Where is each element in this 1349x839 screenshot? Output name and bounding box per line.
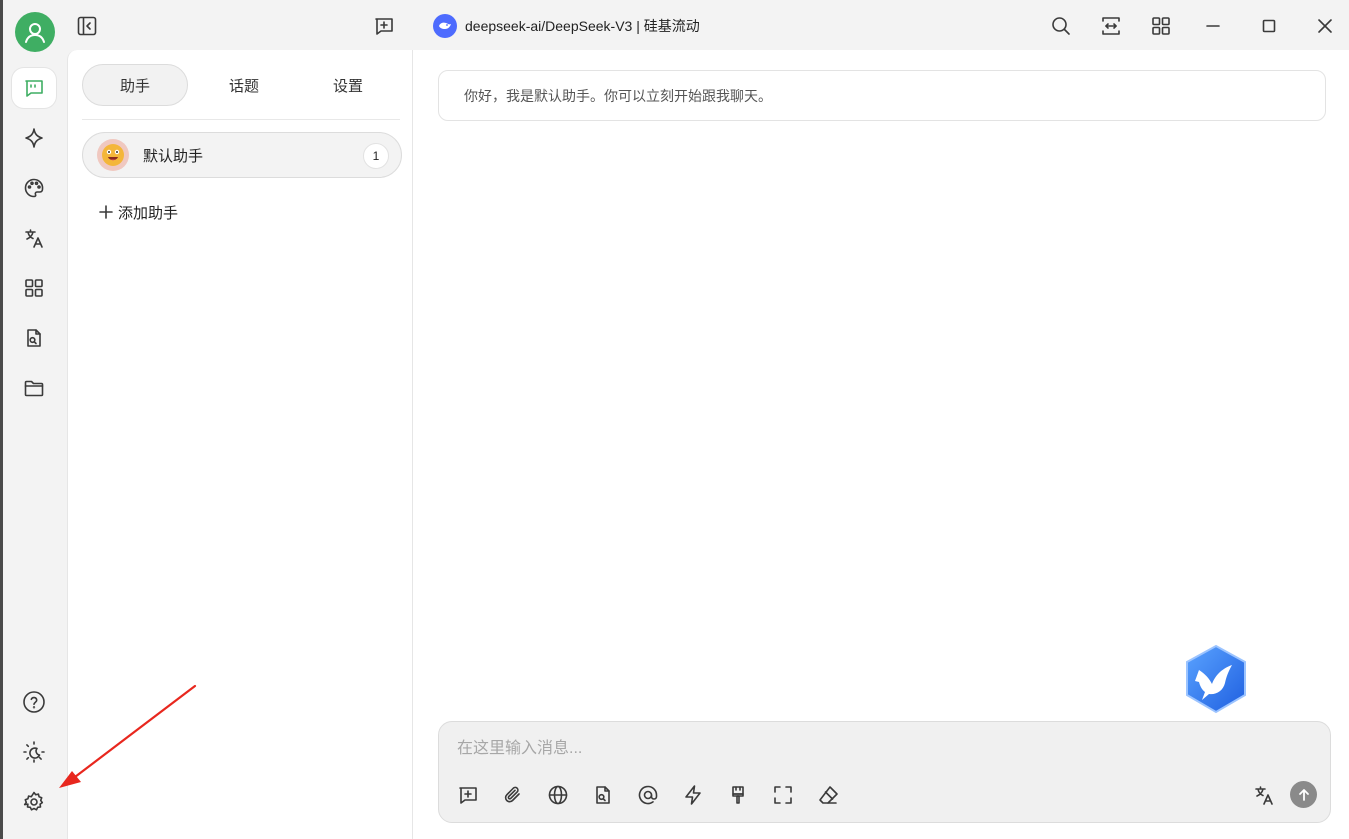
user-icon — [25, 23, 45, 43]
new-topic-button[interactable] — [370, 12, 398, 40]
clear-context-button[interactable] — [723, 780, 753, 810]
assistant-emoji-icon — [97, 139, 129, 171]
clear-messages-button[interactable] — [813, 780, 843, 810]
palette-icon — [24, 178, 44, 198]
new-topic-icon — [459, 787, 477, 804]
apps-button[interactable] — [1147, 12, 1175, 40]
web-search-button[interactable] — [543, 780, 573, 810]
assistant-panel: 助手 话题 设置 默认助手 1 添加助手 — [67, 50, 413, 839]
maximize-icon — [1262, 19, 1276, 33]
globe-icon — [548, 785, 568, 805]
nav-apps-button[interactable] — [12, 268, 56, 308]
window-maximize-button[interactable] — [1255, 12, 1283, 40]
nav-chat-button[interactable] — [12, 68, 56, 108]
expand-icon — [774, 786, 792, 804]
close-icon — [1318, 19, 1332, 33]
tab-topics[interactable]: 话题 — [192, 64, 296, 106]
new-topic-icon — [375, 18, 393, 35]
sidebar-collapse-icon — [77, 16, 97, 36]
minimize-icon — [1206, 25, 1220, 27]
swap-window-icon — [1102, 17, 1120, 35]
theme-icon — [23, 741, 45, 763]
grid-icon — [1152, 17, 1170, 35]
assistant-list-item[interactable]: 默认助手 1 — [82, 132, 402, 178]
help-button[interactable] — [12, 682, 56, 722]
help-icon — [23, 691, 45, 713]
message-input[interactable] — [457, 736, 1157, 762]
file-search-icon — [27, 329, 41, 347]
titlebar: deepseek-ai/DeepSeek-V3 | 硅基流动 — [3, 0, 1349, 52]
search-button[interactable] — [1047, 12, 1075, 40]
topic-count-badge: 1 — [363, 143, 389, 169]
brush-icon — [732, 786, 744, 804]
greeting-message: 你好，我是默认助手。你可以立刻开始跟我聊天。 — [438, 70, 1326, 121]
send-button[interactable] — [1290, 781, 1317, 808]
gear-icon — [23, 791, 44, 811]
nav-translate-button[interactable] — [12, 218, 56, 258]
knowledge-base-button[interactable] — [588, 780, 618, 810]
settings-button[interactable] — [12, 782, 56, 822]
quick-phrase-button[interactable] — [678, 780, 708, 810]
translate-icon — [25, 229, 43, 248]
nav-knowledge-button[interactable] — [12, 318, 56, 358]
paperclip-icon — [504, 786, 520, 803]
add-assistant-button[interactable]: 添加助手 — [98, 200, 178, 224]
attach-button[interactable] — [498, 780, 528, 810]
divider — [82, 119, 400, 120]
sidebar-toggle-button[interactable] — [73, 12, 101, 40]
tab-assistants[interactable]: 助手 — [82, 64, 188, 106]
plus-icon — [99, 205, 113, 219]
minimize-to-mini-button[interactable] — [1097, 12, 1125, 40]
deepseek-logo-icon — [433, 14, 457, 38]
eraser-icon — [819, 786, 838, 804]
new-topic-tool-button[interactable] — [453, 780, 483, 810]
mention-model-button[interactable] — [633, 780, 663, 810]
apps-icon — [25, 279, 43, 297]
nav-rail — [3, 50, 67, 839]
theme-toggle-button[interactable] — [12, 732, 56, 772]
message-composer — [438, 721, 1331, 823]
chat-area: 你好，我是默认助手。你可以立刻开始跟我聊天。 — [413, 50, 1349, 839]
nav-agents-button[interactable] — [12, 118, 56, 158]
nav-paintings-button[interactable] — [12, 168, 56, 208]
search-icon — [1052, 17, 1070, 35]
translate-input-button[interactable] — [1249, 780, 1279, 810]
window-close-button[interactable] — [1311, 12, 1339, 40]
sparkle-icon — [25, 128, 43, 148]
user-avatar[interactable] — [15, 12, 55, 52]
chat-icon — [25, 80, 43, 97]
nav-files-button[interactable] — [12, 368, 56, 408]
panel-tabs: 助手 话题 设置 — [82, 64, 400, 106]
lightning-icon — [685, 785, 701, 805]
assistant-name: 默认助手 — [143, 147, 204, 165]
at-icon — [638, 785, 658, 805]
folder-icon — [24, 380, 44, 397]
fullscreen-button[interactable] — [768, 780, 798, 810]
translate-icon — [1255, 786, 1273, 805]
add-assistant-label: 添加助手 — [118, 204, 179, 222]
floating-bird-logo-icon[interactable] — [1183, 644, 1249, 714]
model-name: deepseek-ai/DeepSeek-V3 | 硅基流动 — [465, 18, 700, 34]
app-window: deepseek-ai/DeepSeek-V3 | 硅基流动 助手 话题 设置 … — [0, 0, 1349, 839]
arrow-up-icon — [1298, 788, 1309, 801]
model-selector[interactable]: deepseek-ai/DeepSeek-V3 | 硅基流动 — [433, 14, 700, 38]
window-minimize-button[interactable] — [1199, 12, 1227, 40]
tab-settings[interactable]: 设置 — [296, 64, 400, 106]
file-search-icon — [596, 786, 610, 804]
